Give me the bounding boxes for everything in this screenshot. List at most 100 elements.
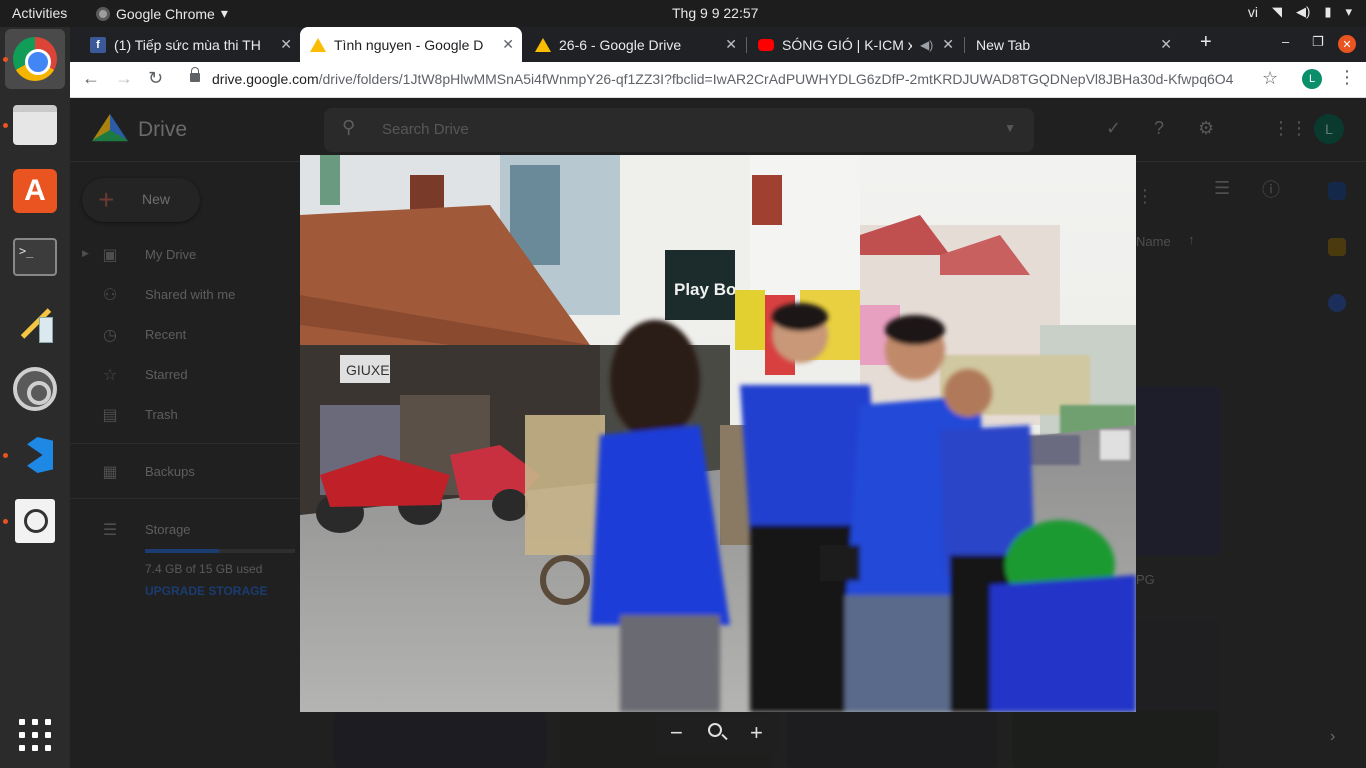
software-icon: A: [13, 169, 57, 213]
forward-icon[interactable]: →: [115, 68, 133, 89]
gear-icon[interactable]: ⚙: [1198, 118, 1214, 139]
tab-new-tab[interactable]: New Tab ✕: [966, 27, 1180, 62]
tab-26-6[interactable]: 26-6 - Google Drive ✕: [525, 27, 745, 62]
system-tray[interactable]: vi ◥ ◀) ▮ ▾: [1248, 4, 1352, 20]
chrome-small-icon: [96, 6, 110, 21]
dock-settings[interactable]: [5, 359, 65, 419]
file-thumbnail[interactable]: [786, 710, 998, 768]
sidebar-item-recent[interactable]: ◷ Recent: [70, 320, 300, 350]
search-icon: ⚲: [342, 117, 356, 137]
speaker-icon[interactable]: ◀): [920, 38, 933, 52]
offline-check-icon[interactable]: ✓: [1106, 118, 1121, 139]
sidebar-item-label: Storage: [145, 522, 191, 537]
browser-toolbar: ← → ↻ drive.google.com/drive/folders/1Jt…: [70, 62, 1366, 98]
dock-screenshot[interactable]: [5, 491, 65, 551]
running-indicator: [3, 57, 8, 62]
zoom-in-button[interactable]: +: [750, 720, 763, 746]
file-name-suffix[interactable]: PG: [1136, 572, 1155, 587]
sidebar-item-storage[interactable]: ☰ Storage: [70, 515, 300, 545]
address-bar[interactable]: drive.google.com/drive/folders/1JtW8pHlw…: [212, 71, 1233, 87]
activities-button[interactable]: Activities: [12, 5, 67, 21]
language-indicator[interactable]: vi: [1248, 4, 1258, 20]
tab-facebook[interactable]: f (1) Tiếp sức mùa thi TH ✕: [80, 27, 300, 62]
sort-arrow-icon[interactable]: ↑: [1188, 232, 1195, 247]
divider: [70, 498, 320, 499]
account-avatar[interactable]: L: [1314, 114, 1344, 144]
sidebar-item-backups[interactable]: ▦ Backups: [70, 457, 300, 487]
tab-youtube[interactable]: SÓNG GIÓ | K-ICM x ◀) ✕: [748, 27, 962, 62]
tasks-icon[interactable]: [1328, 294, 1346, 312]
system-top-bar: Activities Google Chrome ▾ Thg 9 9 22:57…: [0, 0, 1366, 27]
dock-terminal[interactable]: >_: [5, 227, 65, 287]
dock-files[interactable]: [5, 95, 65, 155]
dock-vscode[interactable]: [5, 425, 65, 485]
sidebar-item-starred[interactable]: ☆ Starred: [70, 360, 300, 390]
bookmark-star-icon[interactable]: ☆: [1262, 68, 1278, 89]
storage-icon: ☰: [102, 522, 118, 539]
minimize-icon[interactable]: –: [1282, 34, 1289, 49]
clock-icon: ◷: [103, 327, 117, 344]
youtube-icon: [758, 38, 774, 51]
new-button[interactable]: + New: [82, 178, 200, 222]
file-thumbnail[interactable]: [1130, 386, 1220, 556]
calendar-icon[interactable]: [1328, 182, 1346, 200]
url-host: drive.google.com: [212, 71, 319, 87]
drive-logo-icon[interactable]: [92, 114, 128, 142]
close-icon[interactable]: ✕: [725, 36, 737, 53]
running-indicator: [3, 453, 8, 458]
new-tab-icon[interactable]: +: [1200, 31, 1212, 54]
tab-separator: [964, 37, 965, 53]
upgrade-storage-link[interactable]: UPGRADE STORAGE: [145, 584, 267, 598]
sidebar-item-my-drive[interactable]: ▶ ▣ My Drive: [70, 240, 300, 270]
close-icon[interactable]: ✕: [942, 36, 954, 53]
next-chevron-icon[interactable]: ›: [1330, 728, 1335, 746]
dock-software[interactable]: A: [5, 161, 65, 221]
back-icon[interactable]: ←: [82, 68, 100, 89]
chevron-down-icon: ▾: [220, 5, 228, 21]
sidebar-item-trash[interactable]: ▤ Trash: [70, 400, 300, 430]
keep-icon[interactable]: [1328, 238, 1346, 256]
file-thumbnail[interactable]: [334, 710, 546, 768]
clock[interactable]: Thg 9 9 22:57: [672, 5, 758, 21]
window-close-icon[interactable]: ✕: [1338, 35, 1356, 53]
tab-title: 26-6 - Google Drive: [559, 36, 682, 53]
apps-grid-icon[interactable]: [19, 719, 51, 751]
facebook-icon: f: [90, 36, 106, 53]
dock: A >_: [0, 27, 70, 768]
giu-xe-sign: GIUXE: [346, 362, 390, 378]
reload-icon[interactable]: ↻: [148, 68, 163, 89]
close-icon[interactable]: ✕: [1160, 36, 1172, 53]
search-input[interactable]: ⚲ Search Drive ▼: [324, 108, 1034, 152]
settings-icon: [13, 367, 57, 411]
help-icon[interactable]: ?: [1154, 118, 1164, 139]
zoom-out-button[interactable]: −: [670, 720, 683, 746]
expand-arrow-icon[interactable]: ▶: [82, 248, 89, 259]
close-icon[interactable]: ✕: [280, 36, 292, 53]
search-options-icon[interactable]: ▼: [1004, 121, 1016, 135]
divider: [70, 443, 320, 444]
tab-separator: [746, 37, 747, 53]
apps-launcher-icon[interactable]: ⋮⋮: [1272, 118, 1308, 139]
sort-name-label[interactable]: Name: [1136, 234, 1171, 249]
more-menu-icon[interactable]: ⋮: [1338, 67, 1356, 88]
profile-avatar[interactable]: L: [1302, 69, 1322, 89]
drive-icon: [535, 37, 551, 52]
file-thumbnail[interactable]: [1012, 710, 1218, 768]
maximize-icon[interactable]: ❐: [1312, 34, 1324, 50]
zoom-magnifier-icon[interactable]: [708, 723, 722, 737]
more-actions-icon[interactable]: ⋮: [1136, 186, 1154, 207]
dock-chrome[interactable]: [5, 29, 65, 89]
tab-tinh-nguyen[interactable]: Tình nguyen - Google D ✕: [300, 27, 522, 62]
list-view-icon[interactable]: ☰: [1214, 178, 1230, 199]
sidebar-item-shared[interactable]: ⚇ Shared with me: [70, 280, 300, 310]
sidebar-item-label: Shared with me: [145, 287, 236, 302]
drive-title[interactable]: Drive: [138, 118, 187, 142]
close-icon[interactable]: ✕: [502, 36, 514, 53]
trash-icon: ▤: [102, 407, 118, 424]
info-icon[interactable]: ⓘ: [1262, 176, 1280, 202]
dock-paint[interactable]: [5, 293, 65, 353]
sidebar-item-label: Starred: [145, 367, 188, 382]
app-menu[interactable]: Google Chrome ▾: [96, 5, 228, 22]
viewer-photo[interactable]: Play Boy GIUXE: [300, 155, 1136, 712]
paint-icon: [13, 301, 57, 345]
